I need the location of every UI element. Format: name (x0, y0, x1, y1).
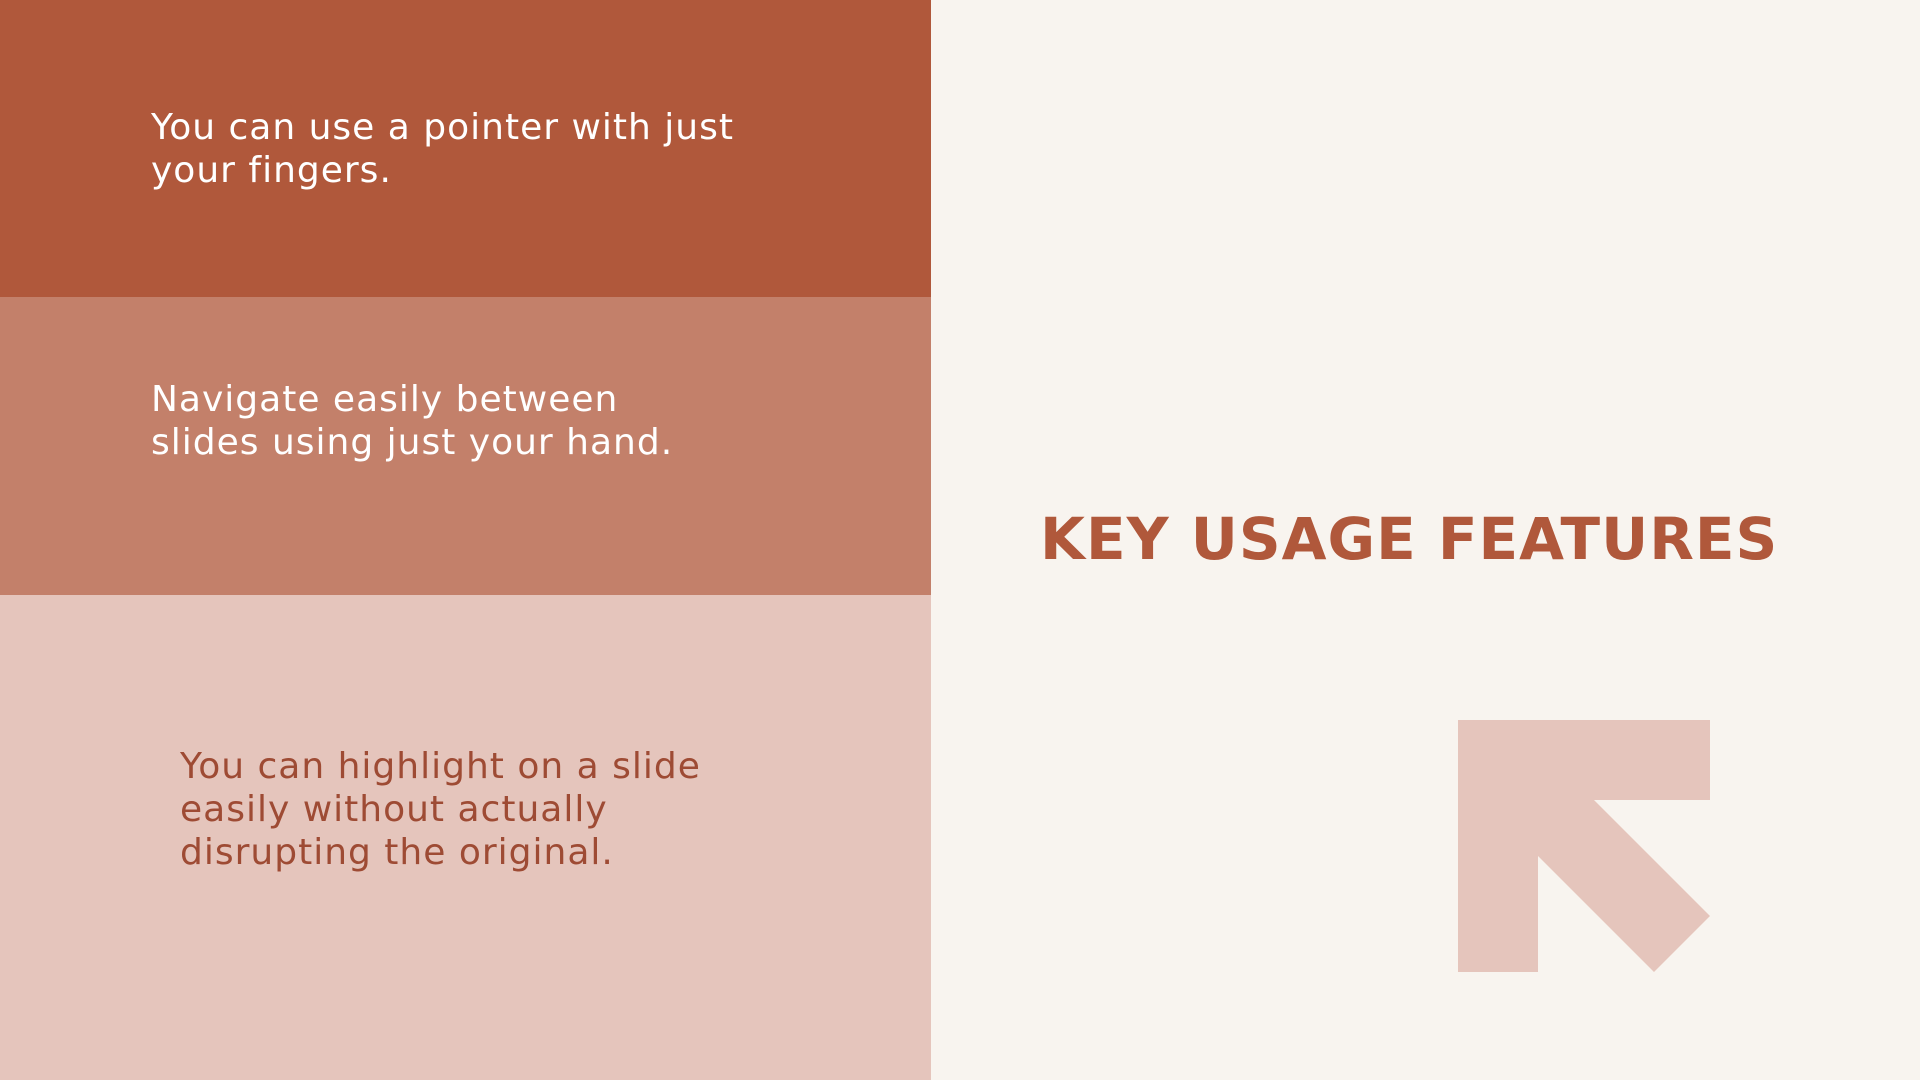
feature-panel-highlight: You can highlight on a slide easily with… (0, 595, 931, 1080)
arrow-up-left-icon (1458, 720, 1710, 972)
feature-panel-pointer: You can use a pointer with just your fin… (0, 0, 931, 297)
slide-title: KEY USAGE FEATURES (1040, 505, 1779, 573)
feature-text-pointer: You can use a pointer with just your fin… (151, 107, 734, 191)
feature-text-highlight: You can highlight on a slide easily with… (180, 746, 701, 873)
feature-panel-navigate: Navigate easily between slides using jus… (0, 297, 931, 595)
feature-text-navigate: Navigate easily between slides using jus… (151, 379, 674, 463)
slide: You can use a pointer with just your fin… (0, 0, 1920, 1080)
